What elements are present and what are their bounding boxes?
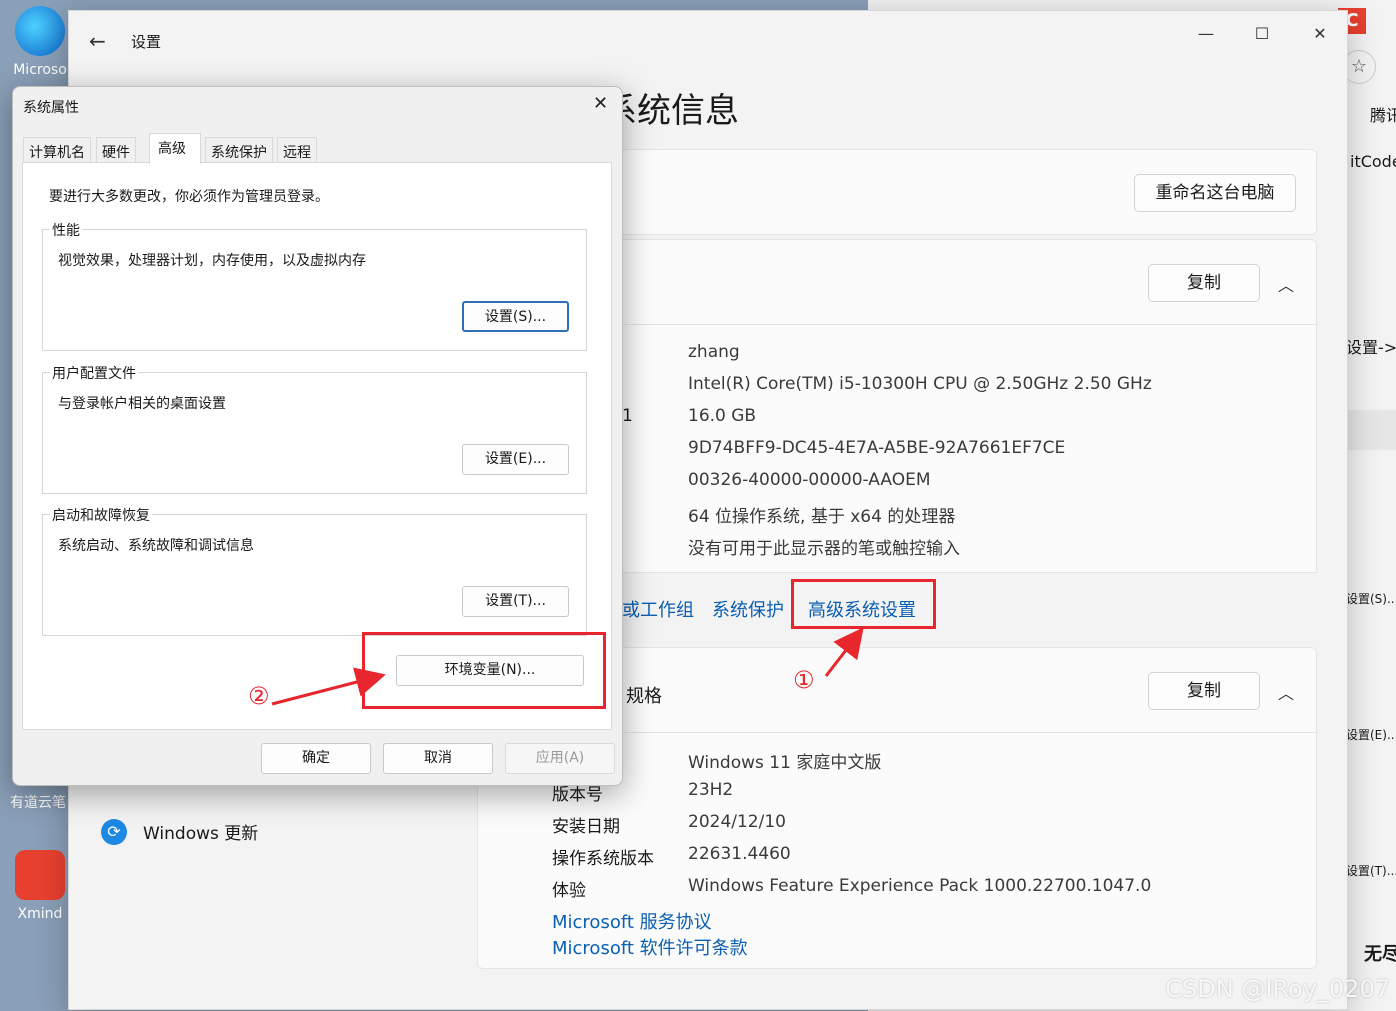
arrow-step1 bbox=[824, 627, 864, 677]
arrow-step2 bbox=[271, 667, 386, 706]
annotation-arrows bbox=[271, 627, 864, 706]
step2-marker: ② bbox=[248, 682, 270, 710]
step1-marker: ① bbox=[793, 666, 815, 694]
watermark: CSDN @IRoy_0207 bbox=[1165, 975, 1390, 1003]
tab-advanced[interactable]: 高级 bbox=[149, 133, 201, 164]
